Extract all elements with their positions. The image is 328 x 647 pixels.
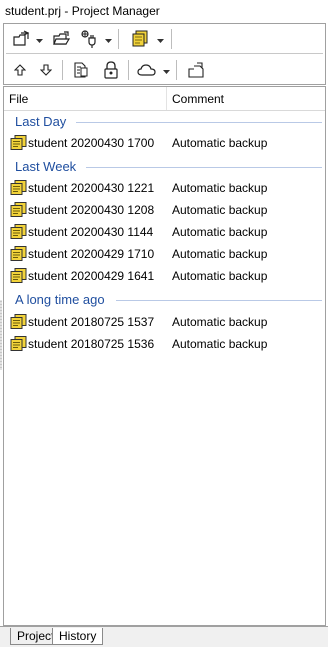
backup-dropdown[interactable] — [156, 27, 164, 51]
cloud-icon — [137, 63, 157, 77]
chevron-down-icon — [104, 32, 112, 46]
list-item[interactable]: student 20180725 1537 Automatic backup — [4, 311, 325, 333]
window-title: student.prj - Project Manager — [0, 0, 328, 21]
list-item[interactable]: student 20200430 1208 Automatic backup — [4, 199, 325, 221]
export-button[interactable] — [184, 58, 208, 82]
connect-dropdown[interactable] — [104, 27, 112, 51]
file-comment: Automatic backup — [172, 247, 268, 261]
cloud-button[interactable] — [135, 58, 159, 82]
toolbar-separator — [128, 60, 129, 80]
group-header[interactable]: Last Week — [4, 157, 325, 177]
cloud-dropdown[interactable] — [162, 58, 170, 82]
backup-file-icon — [10, 268, 27, 284]
open-folder-icon — [53, 30, 71, 48]
tab-history[interactable]: History — [52, 628, 104, 645]
file-comment: Automatic backup — [172, 225, 268, 239]
connect-plug-icon — [80, 29, 100, 49]
document-info-icon — [72, 61, 90, 79]
list-item[interactable]: student 20200429 1641 Automatic backup — [4, 265, 325, 287]
group-divider — [116, 300, 322, 301]
toolbar-row-divider — [6, 53, 323, 54]
open-project-icon — [12, 30, 30, 48]
bottom-tab-bar: Project History — [0, 626, 328, 647]
file-comment: Automatic backup — [172, 337, 268, 351]
file-name: student 20180725 1537 — [28, 315, 155, 329]
group-header[interactable]: Last Day — [4, 112, 325, 132]
file-comment: Automatic backup — [172, 269, 268, 283]
file-name: student 20200430 1144 — [28, 225, 154, 239]
export-icon — [187, 61, 205, 79]
list-item[interactable]: student 20180725 1536 Automatic backup — [4, 333, 325, 355]
toolbar-separator — [118, 29, 119, 49]
backup-file-icon — [10, 314, 27, 330]
lock-button[interactable] — [100, 58, 122, 82]
file-comment: Automatic backup — [172, 136, 268, 150]
backup-file-icon — [10, 202, 27, 218]
connect-button[interactable] — [78, 27, 102, 51]
open-folder-button[interactable] — [51, 27, 73, 51]
group-divider — [76, 122, 322, 123]
move-up-icon — [14, 64, 26, 76]
file-comment: Automatic backup — [172, 315, 268, 329]
backup-file-icon — [10, 224, 27, 240]
list-item[interactable]: student 20200430 1221 Automatic backup — [4, 177, 325, 199]
group-divider — [86, 167, 322, 168]
list-item[interactable]: student 20200430 1700 Automatic backup — [4, 132, 325, 154]
group-label: Last Day — [15, 114, 71, 129]
move-up-button[interactable] — [10, 58, 30, 82]
move-down-icon — [40, 64, 52, 76]
file-name: student 20200430 1700 — [28, 136, 155, 150]
backup-file-icon — [10, 246, 27, 262]
history-list[interactable]: File Comment Last Day student 20200430 1… — [3, 86, 326, 626]
column-header-file[interactable]: File — [4, 87, 167, 110]
splitter-grip[interactable] — [0, 300, 2, 370]
backup-file-icon — [10, 336, 27, 352]
document-info-button[interactable] — [70, 58, 92, 82]
move-down-button[interactable] — [36, 58, 56, 82]
backup-file-icon — [10, 180, 27, 196]
lock-icon — [103, 61, 119, 79]
backup-button[interactable] — [128, 27, 152, 51]
column-header-comment[interactable]: Comment — [167, 87, 325, 110]
list-header: File Comment — [4, 87, 325, 111]
file-name: student 20180725 1536 — [28, 337, 155, 351]
list-item[interactable]: student 20200429 1710 Automatic backup — [4, 243, 325, 265]
toolbar — [3, 23, 326, 85]
file-name: student 20200430 1221 — [28, 181, 155, 195]
toolbar-separator — [176, 60, 177, 80]
toolbar-separator — [171, 29, 172, 49]
group-label: Last Week — [15, 159, 81, 174]
open-project-button[interactable] — [10, 27, 32, 51]
group-label: A long time ago — [15, 292, 109, 307]
file-name: student 20200429 1641 — [28, 269, 155, 283]
toolbar-separator — [62, 60, 63, 80]
chevron-down-icon — [35, 32, 43, 46]
list-item[interactable]: student 20200430 1144 Automatic backup — [4, 221, 325, 243]
file-name: student 20200429 1710 — [28, 247, 155, 261]
file-comment: Automatic backup — [172, 181, 268, 195]
chevron-down-icon — [156, 32, 164, 46]
file-comment: Automatic backup — [172, 203, 268, 217]
backup-file-icon — [10, 135, 27, 151]
chevron-down-icon — [162, 63, 170, 77]
open-project-dropdown[interactable] — [35, 27, 43, 51]
backup-icon — [131, 30, 149, 48]
file-name: student 20200430 1208 — [28, 203, 155, 217]
group-header[interactable]: A long time ago — [4, 290, 325, 310]
